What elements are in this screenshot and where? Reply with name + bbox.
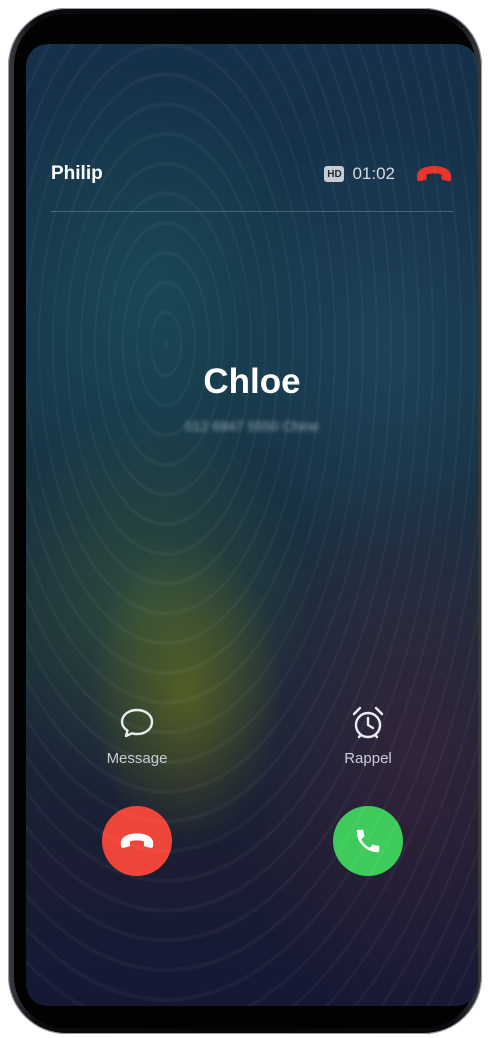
incoming-caller-name: Chloe — [203, 362, 301, 401]
call-duration: 01:02 — [352, 164, 395, 183]
phone-icon — [356, 829, 380, 853]
hd-badge: HD — [324, 166, 345, 182]
message-button[interactable]: Message — [77, 704, 197, 767]
message-bubble-icon — [120, 708, 154, 738]
incoming-caller-number: 012 6847 5550 Chine — [185, 418, 319, 434]
phone-hangup-icon — [120, 833, 154, 848]
header-divider — [51, 211, 453, 212]
active-call-bar[interactable]: Philip HD 01:02 — [51, 154, 453, 194]
remind-me-button[interactable]: Rappel — [308, 704, 428, 767]
decline-button[interactable] — [102, 806, 172, 876]
answer-button[interactable] — [333, 806, 403, 876]
call-screen: Philip HD 01:02 Chloe 012 6847 5550 Chin… — [26, 44, 478, 1006]
active-call-status: HD 01:02 — [324, 164, 453, 184]
phone-hangup-icon[interactable] — [415, 164, 453, 184]
active-call-name: Philip — [51, 163, 103, 184]
rappel-label: Rappel — [344, 750, 392, 767]
alarm-clock-icon — [352, 706, 384, 739]
message-label: Message — [106, 750, 168, 767]
